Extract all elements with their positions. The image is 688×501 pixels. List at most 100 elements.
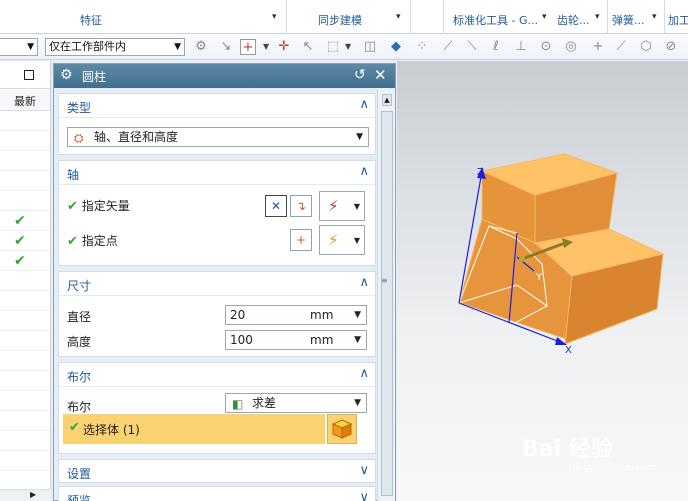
navigator-column-header[interactable]: 最新: [0, 89, 50, 111]
chevron-up-icon[interactable]: ∧: [359, 164, 369, 179]
body-select-icon[interactable]: ◆: [388, 39, 404, 55]
quadrant-point-icon[interactable]: ◎: [563, 39, 579, 55]
curve-icon[interactable]: ⟍: [464, 39, 480, 55]
ribbon-separator: [410, 0, 411, 34]
cylinder-type-icon: ⛭: [74, 131, 84, 145]
select-body-button[interactable]: [327, 414, 357, 444]
point-type-dropdown[interactable]: ⚡ ▼: [319, 225, 365, 255]
chevron-down-icon[interactable]: ∨: [359, 490, 369, 501]
axis-section-label: 轴: [67, 168, 80, 182]
point-cloud-icon[interactable]: ⁘: [414, 39, 430, 55]
specify-vector-label: 指定矢量: [81, 199, 130, 213]
chevron-down-icon[interactable]: ▾: [595, 12, 600, 22]
navigator-row[interactable]: [0, 391, 50, 411]
height-field[interactable]: 100 mm ▼: [225, 330, 367, 350]
chevron-up-icon[interactable]: ∧: [359, 366, 369, 381]
ribbon-group-features[interactable]: 特征: [80, 12, 102, 28]
navigator-row[interactable]: [0, 151, 50, 171]
navigator-row[interactable]: [0, 371, 50, 391]
navigator-row[interactable]: [0, 311, 50, 331]
edge-icon[interactable]: ⟋: [613, 39, 629, 55]
intersection-icon[interactable]: +: [590, 39, 606, 55]
specify-vector-row[interactable]: ✔ 指定矢量: [67, 197, 130, 214]
ribbon-group-gear[interactable]: 齿轮...: [557, 12, 590, 28]
chevron-down-icon[interactable]: ▾: [396, 12, 401, 22]
crosshair-icon[interactable]: ✛: [276, 39, 292, 55]
settings-section-header[interactable]: 设置 ∨: [59, 460, 375, 484]
navigator-row[interactable]: [0, 191, 50, 211]
chevron-down-icon[interactable]: ▾: [272, 12, 277, 22]
navigator-row[interactable]: ✔: [0, 231, 50, 251]
navigator-row[interactable]: [0, 131, 50, 151]
navigator-row[interactable]: [0, 171, 50, 191]
navigator-row[interactable]: [0, 331, 50, 351]
navigator-row[interactable]: [0, 111, 50, 131]
axis-section-header[interactable]: 轴 ∧: [59, 161, 375, 185]
navigator-row[interactable]: [0, 271, 50, 291]
ribbon-group-standard-tools[interactable]: 标准化工具 - G...: [453, 12, 538, 28]
chevron-down-icon[interactable]: ▼: [354, 306, 361, 324]
inferred-point-icon: ⚡: [328, 231, 339, 249]
snap-point-icon[interactable]: +: [240, 39, 256, 55]
navigator-row[interactable]: [0, 351, 50, 371]
select-cursor-icon[interactable]: ↖: [300, 39, 316, 55]
navigator-row[interactable]: [0, 411, 50, 431]
navigator-row[interactable]: ✔: [0, 251, 50, 271]
chevron-down-icon[interactable]: ∨: [359, 463, 369, 478]
restore-window-icon[interactable]: [24, 70, 34, 80]
face-select-icon[interactable]: ◫: [362, 39, 378, 55]
scroll-up-icon[interactable]: ▲: [382, 94, 392, 106]
selection-scope-dropdown[interactable]: 仅在工作部件内 ▼: [45, 38, 185, 56]
cylinder-type-dropdown[interactable]: ⛭ 轴、直径和高度 ▼: [67, 127, 369, 147]
chevron-down-icon[interactable]: ▾: [542, 12, 547, 22]
point-dialog-button[interactable]: +: [290, 229, 312, 251]
navigator-row[interactable]: [0, 431, 50, 451]
chevron-down-icon[interactable]: ▼: [345, 42, 351, 51]
reset-icon[interactable]: ↺: [354, 67, 366, 83]
chevron-up-icon[interactable]: ∧: [359, 275, 369, 290]
chevron-down-icon: ▼: [356, 132, 363, 142]
ribbon-group-machining[interactable]: 加工: [668, 12, 688, 28]
chevron-right-icon[interactable]: ▶: [30, 490, 36, 499]
chevron-down-icon[interactable]: ▼: [263, 42, 269, 51]
select-body-row[interactable]: ✔ 选择体 (1): [63, 414, 325, 444]
vector-dialog-button[interactable]: ↴: [290, 195, 312, 217]
navigator-row[interactable]: [0, 291, 50, 311]
boolean-section-header[interactable]: 布尔 ∧: [59, 363, 375, 387]
boolean-dropdown[interactable]: ◧ 求差 ▼: [225, 393, 367, 413]
ribbon-group-sync-modeling[interactable]: 同步建模: [318, 12, 362, 28]
chevron-down-icon[interactable]: ▼: [354, 331, 361, 349]
specify-point-row[interactable]: ✔ 指定点: [67, 232, 118, 249]
chevron-down-icon[interactable]: ▾: [652, 12, 657, 22]
snap-arrow-icon[interactable]: ↘: [218, 39, 234, 55]
check-icon: ✔: [14, 253, 26, 269]
rectangle-select-icon[interactable]: ⬚: [325, 39, 341, 55]
chevron-down-icon: ▼: [353, 236, 360, 245]
graphics-viewport[interactable]: Z Y X Bai 经验 jingyan.baidu.com: [397, 61, 688, 501]
horizontal-scrollbar[interactable]: ▶: [0, 489, 51, 501]
reverse-direction-button[interactable]: ✕: [265, 195, 287, 217]
tangent-icon[interactable]: ⊥: [513, 39, 529, 55]
close-icon[interactable]: ✕: [374, 66, 387, 84]
line-icon[interactable]: ⟋: [440, 39, 456, 55]
diameter-field[interactable]: 20 mm ▼: [225, 305, 367, 325]
preview-section-header[interactable]: 预览 ∨: [59, 487, 375, 501]
gear-icon[interactable]: ⚙: [60, 67, 73, 83]
vector-type-dropdown[interactable]: ⚡ ▼: [319, 191, 365, 221]
snap-settings-icon[interactable]: ⬡: [638, 39, 654, 55]
dialog-title-bar[interactable]: ⚙ 圆柱 ↺ ✕: [54, 64, 395, 88]
circle-center-icon[interactable]: ⊙: [538, 39, 554, 55]
vector-origin-handle[interactable]: [519, 256, 525, 262]
ribbon-group-spring[interactable]: 弹簧...: [612, 12, 645, 28]
chevron-up-icon[interactable]: ∧: [359, 97, 369, 112]
dimensions-section-header[interactable]: 尺寸 ∧: [59, 272, 375, 296]
navigator-row[interactable]: ✔: [0, 211, 50, 231]
navigator-row[interactable]: [0, 451, 50, 471]
feature-filter-icon[interactable]: ⚙: [193, 39, 209, 55]
erase-icon[interactable]: ⊘: [663, 39, 679, 55]
dialog-scrollbar[interactable]: ▲ ≡: [377, 89, 395, 501]
spline-icon[interactable]: ℓ: [488, 39, 504, 55]
type-section-header[interactable]: 类型 ∧: [59, 94, 375, 118]
type-filter-dropdown[interactable]: ▼: [0, 38, 38, 56]
scrollbar-thumb[interactable]: [381, 111, 393, 496]
